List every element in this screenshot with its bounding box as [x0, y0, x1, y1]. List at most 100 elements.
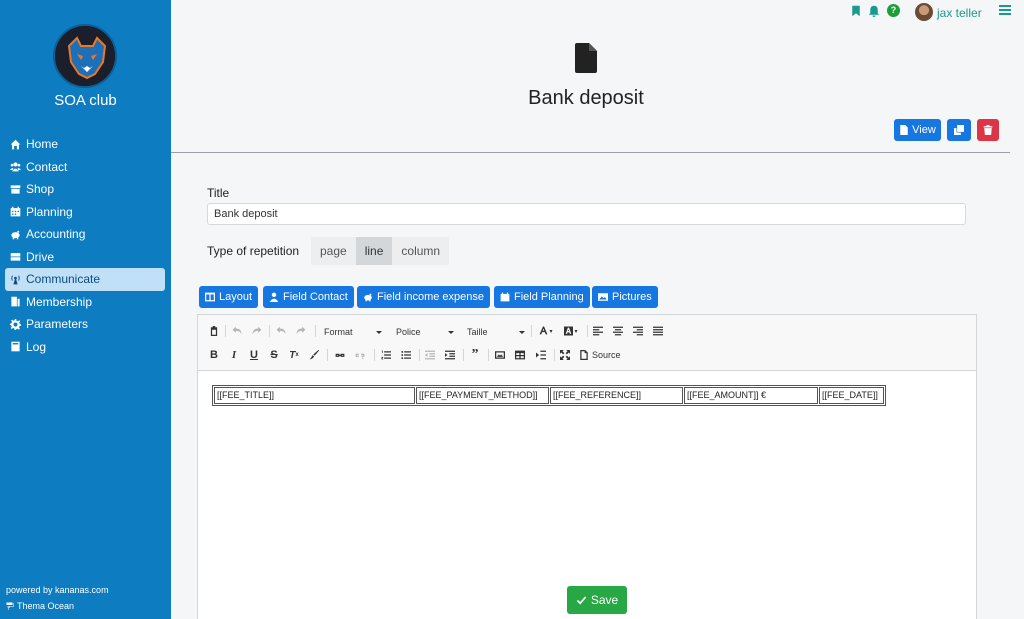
source-code-icon — [580, 350, 588, 360]
sidebar-item-home[interactable]: Home — [5, 133, 165, 156]
broadcast-icon — [9, 273, 22, 285]
table-cell[interactable]: [[FEE_AMOUNT]] € — [684, 387, 818, 404]
piggy-bank-icon — [364, 293, 372, 302]
chevron-down-icon — [519, 330, 525, 334]
paint-brush-icon[interactable] — [308, 348, 320, 362]
drive-icon — [9, 251, 22, 263]
text-color-icon[interactable]: ▾ — [537, 324, 555, 338]
indent-icon[interactable] — [444, 348, 456, 362]
size-select[interactable]: Taille — [467, 325, 525, 339]
sidebar-item-drive[interactable]: Drive — [5, 246, 165, 269]
field-contact-button[interactable]: Field Contact — [263, 286, 354, 308]
image-icon[interactable] — [494, 348, 506, 362]
hamburger-menu-icon[interactable] — [999, 5, 1011, 16]
underline-icon[interactable]: U — [248, 348, 260, 362]
table-cell[interactable]: [[FEE_PAYMENT_METHOD]] — [416, 387, 549, 404]
link-icon[interactable] — [334, 348, 346, 362]
home-icon — [9, 138, 22, 150]
duplicate-button[interactable] — [947, 119, 971, 141]
save-button[interactable]: Save — [567, 586, 627, 614]
sidebar-item-shop[interactable]: Shop — [5, 178, 165, 201]
background-color-icon[interactable]: ▾ — [562, 324, 580, 338]
insert-block-icon[interactable] — [534, 348, 548, 362]
repetition-option-page[interactable]: page — [311, 237, 356, 265]
calendar-icon — [500, 292, 510, 302]
font-select[interactable]: Police — [396, 325, 454, 339]
club-logo[interactable] — [53, 24, 117, 88]
paste-icon[interactable] — [208, 324, 220, 338]
remove-format-icon[interactable]: Tx — [288, 348, 300, 362]
toolbar-separator — [587, 325, 588, 337]
table-cell[interactable]: [[FEE_REFERENCE]] — [550, 387, 683, 404]
powered-by-link[interactable]: powered by kananas.com — [6, 585, 109, 595]
format-select[interactable]: Format — [324, 325, 382, 339]
calendar-icon — [9, 206, 22, 218]
sidebar-item-log[interactable]: Log — [5, 336, 165, 359]
layout-button[interactable]: Layout — [199, 286, 259, 308]
redo-icon[interactable] — [251, 324, 263, 338]
bookmark-icon[interactable] — [850, 5, 862, 17]
toolbar-separator — [225, 325, 226, 337]
sidebar-item-membership[interactable]: Membership — [5, 291, 165, 314]
delete-button[interactable] — [977, 119, 999, 141]
bell-icon[interactable] — [868, 5, 880, 17]
blockquote-icon[interactable]: ” — [469, 347, 481, 362]
strikethrough-icon[interactable]: S — [268, 348, 280, 362]
theme-selector[interactable]: Thema Ocean — [6, 601, 74, 611]
view-button-label: View — [912, 124, 936, 136]
field-income-expense-button[interactable]: Field income expense — [357, 286, 491, 308]
title-input[interactable] — [207, 203, 966, 225]
gear-icon — [9, 318, 22, 330]
bold-icon[interactable]: B — [208, 348, 220, 362]
toolbar-separator — [488, 349, 489, 361]
copy-icon — [954, 125, 964, 135]
view-button[interactable]: View — [894, 119, 941, 141]
chevron-down-icon — [376, 330, 382, 334]
bullet-list-icon[interactable] — [400, 348, 412, 362]
sidebar-item-communicate[interactable]: Communicate — [5, 268, 165, 291]
field-income-expense-button-label: Field income expense — [377, 291, 485, 303]
align-center-icon[interactable] — [612, 324, 624, 338]
maximize-icon[interactable] — [559, 348, 571, 362]
undo-icon[interactable] — [231, 324, 243, 338]
toolbar-separator — [327, 349, 328, 361]
format-select-label: Format — [324, 327, 353, 337]
sidebar-item-contact[interactable]: Contact — [5, 156, 165, 179]
file-icon — [900, 125, 908, 135]
toolbar-separator — [463, 349, 464, 361]
username-link[interactable]: jax teller — [937, 6, 982, 20]
template-table[interactable]: [[FEE_TITLE]] [[FEE_PAYMENT_METHOD]] [[F… — [212, 385, 886, 406]
field-planning-button[interactable]: Field Planning — [494, 286, 590, 308]
pictures-button[interactable]: Pictures — [592, 286, 658, 308]
header-divider — [171, 152, 1010, 153]
outdent-icon[interactable] — [424, 348, 436, 362]
store-icon — [9, 183, 22, 195]
source-button[interactable]: Source — [579, 348, 625, 362]
piggy-bank-icon — [9, 228, 22, 240]
table-icon[interactable] — [514, 348, 526, 362]
repetition-option-column[interactable]: column — [392, 237, 450, 265]
numbered-list-icon[interactable] — [380, 348, 392, 362]
unlink-icon[interactable] — [354, 348, 366, 362]
sidebar-item-planning[interactable]: Planning — [5, 201, 165, 224]
sidebar-item-label: Shop — [26, 182, 55, 197]
sidebar-item-label: Parameters — [26, 317, 89, 332]
paint-roller-icon — [6, 602, 14, 610]
help-icon[interactable]: ? — [887, 4, 900, 17]
sidebar-item-accounting[interactable]: Accounting — [5, 223, 165, 246]
align-justify-icon[interactable] — [652, 324, 664, 338]
align-right-icon[interactable] — [632, 324, 644, 338]
avatar[interactable] — [915, 3, 933, 21]
theme-label: Thema Ocean — [17, 601, 75, 611]
undo-alt-icon[interactable] — [275, 324, 287, 338]
redo-alt-icon[interactable] — [295, 324, 307, 338]
toolbar-separator — [554, 349, 555, 361]
table-cell[interactable]: [[FEE_TITLE]] — [214, 387, 415, 404]
toolbar-separator — [269, 325, 270, 337]
editor-toolbar: Format Police Taille ▾ ▾ B I U S Tx ” So… — [198, 315, 976, 371]
align-left-icon[interactable] — [592, 324, 604, 338]
sidebar-item-parameters[interactable]: Parameters — [5, 313, 165, 336]
repetition-option-line[interactable]: line — [355, 237, 393, 265]
table-cell[interactable]: [[FEE_DATE]] — [819, 387, 884, 404]
italic-icon[interactable]: I — [228, 348, 240, 362]
